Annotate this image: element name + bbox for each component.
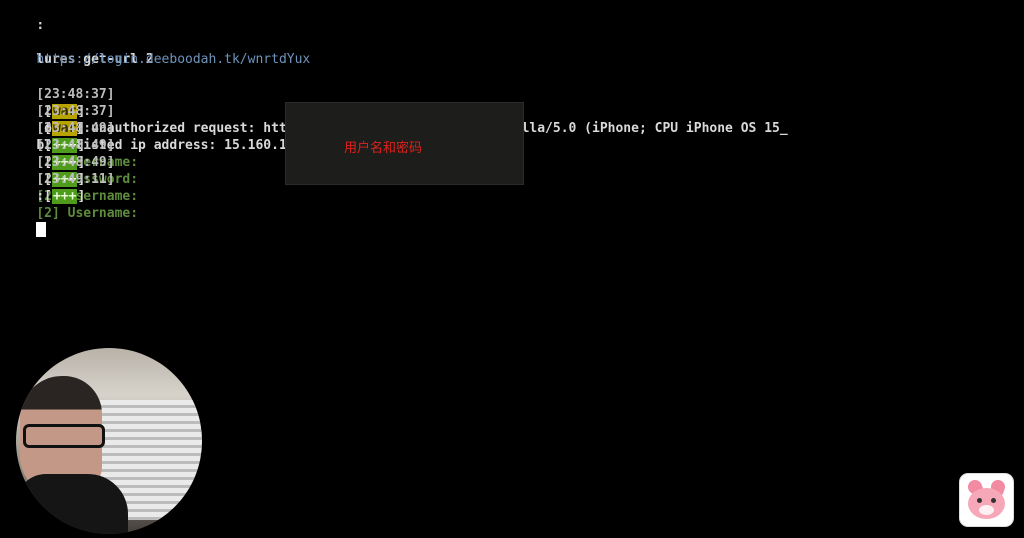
- credential-label: [2] Username:: [36, 206, 139, 221]
- presenter-body-image: [16, 474, 128, 534]
- overlay-caption: 用户名和密码: [344, 141, 423, 156]
- input-line[interactable]: :: [5, 171, 47, 237]
- log-line-6: [23:49:11] [+++] [2] Username:: [36, 172, 139, 221]
- log-line-5: [23:48:49] [+++] [2] Username:: [36, 155, 139, 204]
- webcam-overlay: [16, 348, 202, 534]
- redaction-overlay: 用户名和密码: [285, 102, 524, 185]
- glasses-image: [23, 424, 105, 448]
- pig-logo-icon: [960, 474, 1013, 526]
- timestamp: [23:49:11]: [36, 172, 115, 187]
- log-line-3: [23:48:49] [+++] [2] Username:: [36, 121, 139, 170]
- pig-nose-icon: [979, 505, 994, 515]
- log-line-1: [23:48:37] [war] [o365] unauthorized req…: [36, 87, 788, 136]
- prompt-prefix: :: [36, 18, 45, 33]
- log-line-2: [23:48:37] [war] blacklisted ip address:…: [36, 104, 334, 153]
- generated-url[interactable]: https://login.deeboodah.tk/wnrtdYux: [5, 34, 310, 67]
- log-line-4: [23:48:49] [+++] [2] Password:: [36, 138, 139, 187]
- text-cursor[interactable]: [36, 222, 47, 237]
- pig-left-eye-icon: [977, 498, 982, 503]
- input-prompt: :: [36, 189, 45, 204]
- command-line: : lures get-url 2: [5, 0, 153, 67]
- generated-url-text[interactable]: https://login.deeboodah.tk/wnrtdYux: [36, 52, 310, 67]
- pig-right-eye-icon: [991, 498, 996, 503]
- success-tag: +++: [51, 189, 78, 204]
- pig-face-icon: [968, 488, 1005, 519]
